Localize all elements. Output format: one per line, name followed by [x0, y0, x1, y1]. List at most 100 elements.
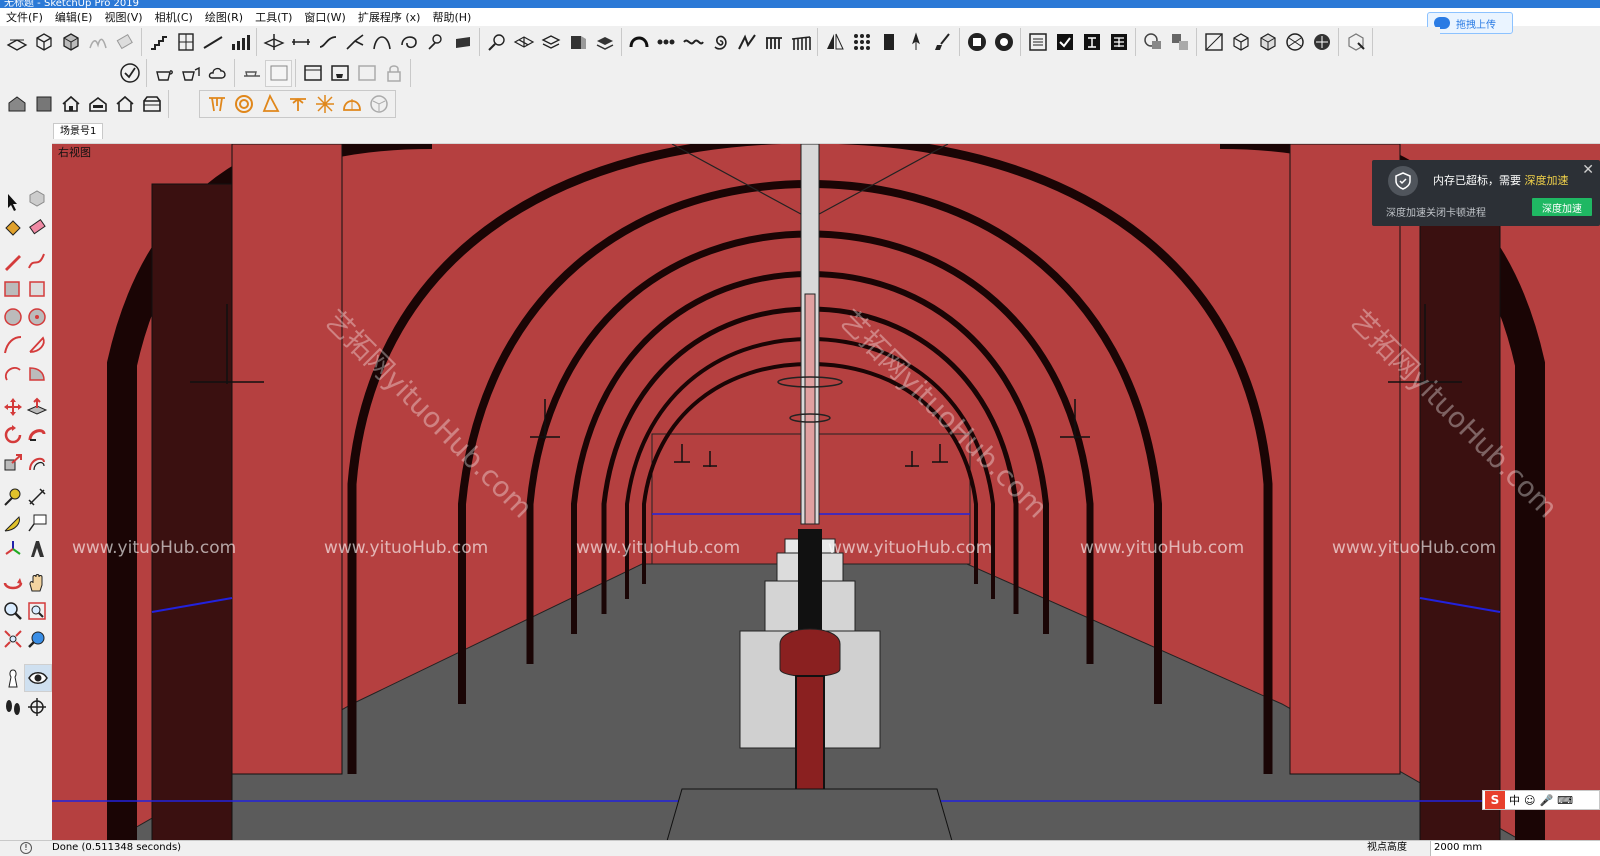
- menu-help[interactable]: 帮助(H): [426, 9, 477, 25]
- pan-icon[interactable]: [24, 570, 50, 596]
- frame-teapot-icon[interactable]: [326, 60, 353, 87]
- array-grid-icon[interactable]: [848, 29, 875, 56]
- sandbox-icon[interactable]: [84, 29, 111, 56]
- stack-icon[interactable]: [537, 29, 564, 56]
- panel-icon[interactable]: [875, 29, 902, 56]
- box-solid-icon[interactable]: [57, 29, 84, 56]
- top-view-icon[interactable]: [30, 91, 57, 118]
- frame-gray-icon[interactable]: [353, 60, 380, 87]
- eraser-icon[interactable]: [24, 214, 50, 240]
- teapot-hand-icon[interactable]: [177, 60, 204, 87]
- keyboard-icon[interactable]: ⌨: [1557, 794, 1573, 807]
- spiral-icon[interactable]: [706, 29, 733, 56]
- window-frame-icon[interactable]: [172, 29, 199, 56]
- cloud-icon[interactable]: [204, 60, 231, 87]
- left-view-icon[interactable]: [138, 91, 165, 118]
- intersect-icon[interactable]: [1139, 29, 1166, 56]
- section-plane-icon[interactable]: [24, 694, 50, 720]
- render-teapot-icon[interactable]: [238, 60, 265, 87]
- tape-measure-icon[interactable]: [0, 484, 26, 510]
- text-tool-icon[interactable]: [24, 510, 50, 536]
- stairs-icon[interactable]: [145, 29, 172, 56]
- zoom-window-icon[interactable]: [24, 598, 50, 624]
- arch-curve-icon[interactable]: [368, 29, 395, 56]
- iso-house-icon[interactable]: [3, 91, 30, 118]
- arch-shape-icon[interactable]: [625, 29, 652, 56]
- menu-camera[interactable]: 相机(C): [149, 9, 199, 25]
- polygon-icon[interactable]: [24, 304, 50, 330]
- branch-icon[interactable]: [341, 29, 368, 56]
- scene-tab[interactable]: 场景号1: [53, 123, 104, 139]
- plugin-s-icon[interactable]: [990, 29, 1017, 56]
- dimension-icon[interactable]: [24, 484, 50, 510]
- wave-icon[interactable]: [679, 29, 706, 56]
- menu-extensions[interactable]: 扩展程序 (x): [352, 9, 427, 25]
- chain-icon[interactable]: [652, 29, 679, 56]
- notification-highlight-link[interactable]: 深度加速: [1525, 174, 1569, 187]
- loop-icon[interactable]: [395, 29, 422, 56]
- validate-icon[interactable]: [116, 60, 143, 87]
- pin-icon[interactable]: [902, 29, 929, 56]
- teapot-icon[interactable]: [150, 60, 177, 87]
- pivot-plane-icon[interactable]: [260, 29, 287, 56]
- scale-icon[interactable]: [0, 450, 26, 476]
- two-point-arc-icon[interactable]: [24, 332, 50, 358]
- plugin-mo-icon[interactable]: [963, 29, 990, 56]
- select-arrow-icon[interactable]: [0, 189, 26, 215]
- info-icon[interactable]: !: [20, 842, 32, 854]
- split-icon[interactable]: [1166, 29, 1193, 56]
- protractor-icon[interactable]: [0, 510, 26, 536]
- offset-icon[interactable]: [24, 450, 50, 476]
- render-window-icon[interactable]: [265, 59, 292, 87]
- sogou-logo-icon[interactable]: S: [1485, 791, 1505, 809]
- menu-window[interactable]: 窗口(W): [298, 9, 351, 25]
- lock-icon[interactable]: [380, 60, 407, 87]
- box-icon[interactable]: [30, 29, 57, 56]
- pie-icon[interactable]: [24, 360, 50, 386]
- dome-tool-icon[interactable]: [338, 91, 365, 118]
- move-icon[interactable]: [0, 394, 26, 420]
- model-viewport[interactable]: [52, 143, 1600, 840]
- box-cut-icon[interactable]: [564, 29, 591, 56]
- pen-curve-icon[interactable]: [483, 29, 510, 56]
- sphere-tool-gray-icon[interactable]: [365, 91, 392, 118]
- brush-icon[interactable]: [929, 29, 956, 56]
- back-view-icon[interactable]: [111, 91, 138, 118]
- section-icon[interactable]: [1200, 29, 1227, 56]
- mono-ball-icon[interactable]: [1308, 29, 1335, 56]
- menu-view[interactable]: 视图(V): [98, 9, 148, 25]
- menu-tools[interactable]: 工具(T): [249, 9, 298, 25]
- menu-draw[interactable]: 绘图(R): [199, 9, 249, 25]
- three-point-arc-icon[interactable]: [0, 360, 26, 386]
- spiral-point-icon[interactable]: [422, 29, 449, 56]
- table-tool-icon[interactable]: [203, 91, 230, 118]
- iso-view-icon[interactable]: [3, 29, 30, 56]
- freehand-icon[interactable]: [24, 248, 50, 274]
- zoom-icon[interactable]: [0, 598, 26, 624]
- fence-icon[interactable]: [787, 29, 814, 56]
- zoom-extents-icon[interactable]: [0, 626, 26, 652]
- vcb-input[interactable]: 2000 mm: [1430, 841, 1600, 856]
- arc-icon[interactable]: [0, 332, 26, 358]
- paint-bucket-icon[interactable]: [0, 214, 26, 240]
- list-icon[interactable]: [1024, 29, 1051, 56]
- dimension-line-icon[interactable]: [287, 29, 314, 56]
- right-view-icon[interactable]: [84, 91, 111, 118]
- microphone-icon[interactable]: 🎤: [1539, 794, 1553, 807]
- frame-icon[interactable]: [299, 60, 326, 87]
- position-camera-icon[interactable]: [0, 666, 26, 692]
- push-pull-icon[interactable]: [24, 394, 50, 420]
- follow-me-icon[interactable]: [24, 422, 50, 448]
- surface-grid-icon[interactable]: [510, 29, 537, 56]
- columns-icon[interactable]: [760, 29, 787, 56]
- eraser-gray-icon[interactable]: [111, 29, 138, 56]
- rotate-icon[interactable]: [0, 422, 26, 448]
- ring-char-icon[interactable]: [1078, 29, 1105, 56]
- menu-edit[interactable]: 编辑(E): [49, 9, 99, 25]
- fold-icon[interactable]: [733, 29, 760, 56]
- star-tool-icon[interactable]: [311, 91, 338, 118]
- texture-ball-icon[interactable]: [1281, 29, 1308, 56]
- flip-layer-icon[interactable]: [591, 29, 618, 56]
- look-around-icon[interactable]: [24, 664, 52, 692]
- close-icon[interactable]: ✕: [1582, 162, 1594, 178]
